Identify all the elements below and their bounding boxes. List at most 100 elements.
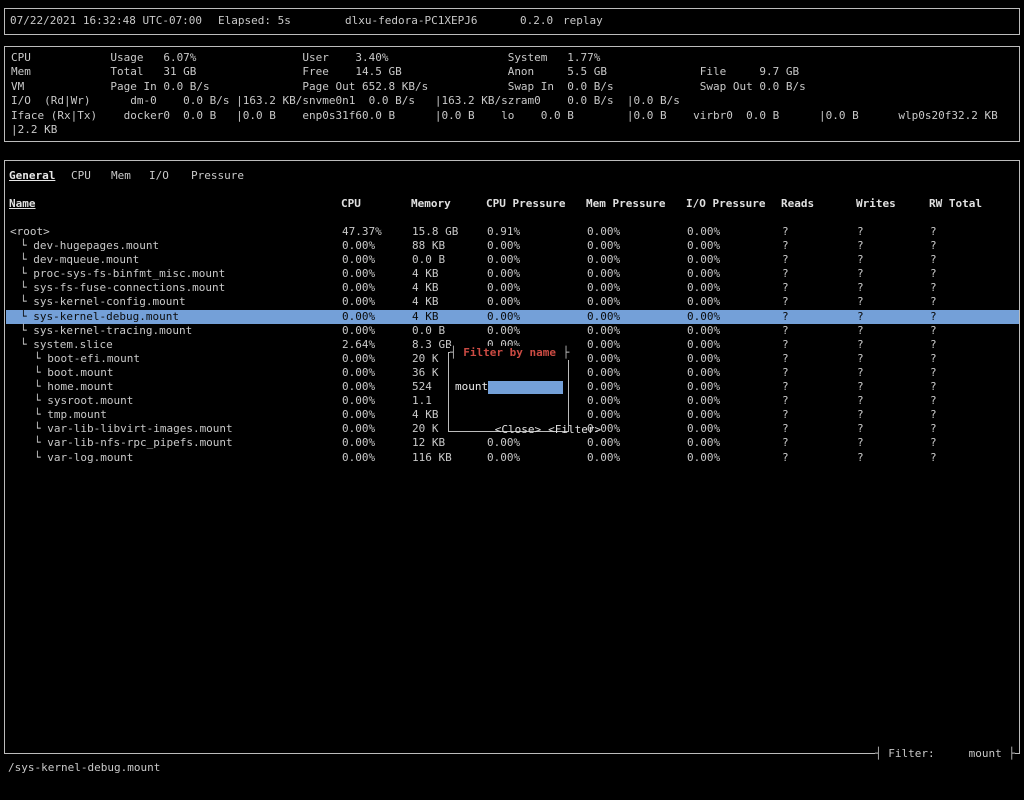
cell-io_pressure: 0.00% bbox=[687, 451, 720, 465]
cell-rw_total: ? bbox=[930, 253, 937, 267]
cell-mem_pressure: 0.00% bbox=[587, 225, 620, 239]
cell-cpu: 0.00% bbox=[342, 253, 375, 267]
cell-rw_total: ? bbox=[930, 310, 937, 324]
cell-memory: 116 KB bbox=[412, 451, 452, 465]
cell-memory: 1.1 bbox=[412, 394, 432, 408]
cell-memory: 12 KB bbox=[412, 436, 445, 450]
process-row[interactable]: └ dev-hugepages.mount0.00%88 KB0.00%0.00… bbox=[6, 239, 1019, 253]
cell-rw_total: ? bbox=[930, 324, 937, 338]
column-header-reads[interactable]: Reads bbox=[781, 197, 814, 210]
process-row[interactable]: └ sys-fs-fuse-connections.mount0.00%4 KB… bbox=[6, 281, 1019, 295]
cell-name: └ tmp.mount bbox=[34, 408, 107, 422]
header-bar: 07/22/2021 16:32:48 UTC-07:00 Elapsed: 5… bbox=[4, 8, 1020, 35]
column-header-io_pressure[interactable]: I/O Pressure bbox=[686, 197, 765, 210]
filter-button[interactable]: <Filter> bbox=[548, 423, 601, 436]
cell-name: └ sys-kernel-debug.mount bbox=[20, 310, 179, 324]
input-cursor-selection bbox=[488, 381, 563, 394]
cell-name: └ sys-kernel-config.mount bbox=[20, 295, 186, 309]
cell-io_pressure: 0.00% bbox=[687, 253, 720, 267]
cell-reads: ? bbox=[782, 310, 789, 324]
process-row[interactable]: └ var-log.mount0.00%116 KB0.00%0.00%0.00… bbox=[6, 451, 1019, 465]
process-row[interactable]: <root>47.37%15.8 GB0.91%0.00%0.00%??? bbox=[6, 225, 1019, 239]
column-header-name[interactable]: Name bbox=[9, 197, 36, 210]
cell-name: └ boot-efi.mount bbox=[34, 352, 140, 366]
cell-rw_total: ? bbox=[930, 436, 937, 450]
cell-cpu: 0.00% bbox=[342, 352, 375, 366]
cell-cpu: 0.00% bbox=[342, 408, 375, 422]
column-header-cpu[interactable]: CPU bbox=[341, 197, 361, 210]
cell-name: └ var-log.mount bbox=[34, 451, 133, 465]
cell-memory: 15.8 GB bbox=[412, 225, 458, 239]
cell-reads: ? bbox=[782, 436, 789, 450]
cell-io_pressure: 0.00% bbox=[687, 281, 720, 295]
popup-border-tick-right: ├ bbox=[556, 346, 569, 359]
cell-mem_pressure: 0.00% bbox=[587, 366, 620, 380]
cell-rw_total: ? bbox=[930, 408, 937, 422]
cell-reads: ? bbox=[782, 408, 789, 422]
cell-cpu_pressure: 0.00% bbox=[487, 253, 520, 267]
process-row[interactable]: └ sys-kernel-debug.mount0.00%4 KB0.00%0.… bbox=[6, 310, 1019, 324]
cell-writes: ? bbox=[857, 380, 864, 394]
cell-name: └ home.mount bbox=[34, 380, 113, 394]
hostname-label: dlxu-fedora-PC1XEPJ6 bbox=[345, 14, 477, 27]
cell-io_pressure: 0.00% bbox=[687, 408, 720, 422]
cell-rw_total: ? bbox=[930, 451, 937, 465]
cell-cpu_pressure: 0.00% bbox=[487, 267, 520, 281]
column-header-mem_pressure[interactable]: Mem Pressure bbox=[586, 197, 665, 210]
close-button[interactable]: <Close> bbox=[495, 423, 541, 436]
border-tick-left: ┤ bbox=[875, 747, 888, 760]
cell-cpu: 0.00% bbox=[342, 310, 375, 324]
cell-io_pressure: 0.00% bbox=[687, 394, 720, 408]
cell-mem_pressure: 0.00% bbox=[587, 295, 620, 309]
cell-reads: ? bbox=[782, 380, 789, 394]
cell-rw_total: ? bbox=[930, 267, 937, 281]
column-header-memory[interactable]: Memory bbox=[411, 197, 451, 210]
process-view-panel: General CPU Mem I/O Pressure Name CPU Memory CP… bbox=[4, 160, 1020, 754]
system-summary-panel: CPU Usage 6.07% User 3.40% System 1.77% … bbox=[4, 46, 1020, 142]
cell-writes: ? bbox=[857, 352, 864, 366]
process-row[interactable]: └ proc-sys-fs-binfmt_misc.mount0.00%4 KB… bbox=[6, 267, 1019, 281]
cell-name: └ dev-hugepages.mount bbox=[20, 239, 159, 253]
tab-pressure[interactable]: Pressure bbox=[191, 169, 244, 182]
column-header-rw_total[interactable]: RW Total bbox=[929, 197, 982, 210]
cell-rw_total: ? bbox=[930, 422, 937, 436]
tab-mem[interactable]: Mem bbox=[111, 169, 131, 182]
cell-reads: ? bbox=[782, 366, 789, 380]
process-row[interactable]: └ sys-kernel-tracing.mount0.00%0.0 B0.00… bbox=[6, 324, 1019, 338]
cell-cpu_pressure: 0.00% bbox=[487, 281, 520, 295]
process-row[interactable]: └ dev-mqueue.mount0.00%0.0 B0.00%0.00%0.… bbox=[6, 253, 1019, 267]
cell-name: └ boot.mount bbox=[34, 366, 113, 380]
filter-popup-title-text: Filter by name bbox=[463, 346, 556, 359]
cell-cpu: 0.00% bbox=[342, 394, 375, 408]
cell-mem_pressure: 0.00% bbox=[587, 338, 620, 352]
summary-iface-line: Iface (Rx|Tx) docker0 0.0 B |0.0 B enp0s… bbox=[5, 109, 1019, 123]
cell-mem_pressure: 0.00% bbox=[587, 239, 620, 253]
cell-cpu: 0.00% bbox=[342, 281, 375, 295]
selected-path-status: /sys-kernel-debug.mount bbox=[8, 761, 160, 774]
cell-io_pressure: 0.00% bbox=[687, 436, 720, 450]
summary-vm-line: VM Page In 0.0 B/s Page Out 652.8 KB/s S… bbox=[5, 80, 1019, 94]
cell-mem_pressure: 0.00% bbox=[587, 310, 620, 324]
tab-cpu[interactable]: CPU bbox=[71, 169, 91, 182]
cell-name: └ var-lib-nfs-rpc_pipefs.mount bbox=[34, 436, 233, 450]
filter-popup: ┤ Filter by name ├ mount <Close><Filter> bbox=[448, 352, 569, 432]
cell-cpu: 0.00% bbox=[342, 380, 375, 394]
cell-rw_total: ? bbox=[930, 225, 937, 239]
table-header-row: Name CPU Memory CPU Pressure Mem Pressure I/O… bbox=[5, 197, 1019, 211]
popup-border-tick-left: ┤ bbox=[450, 346, 463, 359]
cell-io_pressure: 0.00% bbox=[687, 366, 720, 380]
mode-label: replay bbox=[563, 14, 603, 27]
cell-name: └ dev-mqueue.mount bbox=[20, 253, 139, 267]
cell-mem_pressure: 0.00% bbox=[587, 380, 620, 394]
cell-cpu_pressure: 0.00% bbox=[487, 310, 520, 324]
process-row[interactable]: └ sys-kernel-config.mount0.00%4 KB0.00%0… bbox=[6, 295, 1019, 309]
column-header-writes[interactable]: Writes bbox=[856, 197, 896, 210]
cell-reads: ? bbox=[782, 225, 789, 239]
column-header-cpu_pressure[interactable]: CPU Pressure bbox=[486, 197, 565, 210]
filter-name-input[interactable]: mount bbox=[455, 380, 563, 394]
cell-io_pressure: 0.00% bbox=[687, 267, 720, 281]
cell-reads: ? bbox=[782, 281, 789, 295]
tab-i-o[interactable]: I/O bbox=[149, 169, 169, 182]
tab-general[interactable]: General bbox=[9, 169, 55, 182]
cell-reads: ? bbox=[782, 394, 789, 408]
